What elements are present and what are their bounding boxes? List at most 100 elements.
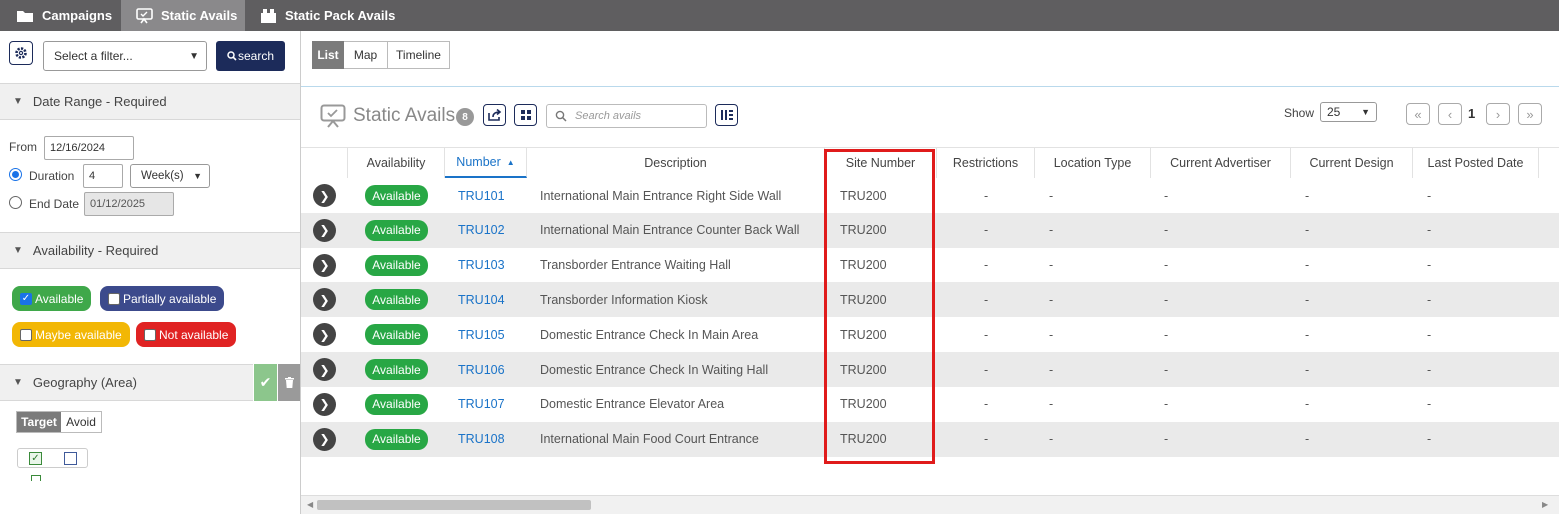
view-list-button[interactable]: List [312,41,344,69]
page-title: Static Avails [353,105,456,126]
scrollbar-thumb[interactable] [317,500,591,510]
avail-number-link[interactable]: TRU107 [458,397,505,411]
tab-static-avails[interactable]: Static Avails [121,0,245,31]
column-header-current-advertiser[interactable]: Current Advertiser [1151,148,1291,178]
page-size-select[interactable]: 25 ▼ [1320,102,1377,122]
current-advertiser-value: - [1164,432,1169,447]
column-header-current-design[interactable]: Current Design [1291,148,1413,178]
expand-row-button[interactable]: ❯ [313,218,336,242]
target-toggle[interactable]: Target [17,412,61,432]
current-advertiser-value: - [1164,397,1169,412]
avail-number-link-cell: TRU101 [458,178,538,213]
tab-campaigns[interactable]: Campaigns [0,0,121,31]
last-page-button[interactable]: » [1518,103,1542,125]
gear-icon [15,47,27,59]
column-header-expand [301,148,348,178]
view-timeline-button[interactable]: Timeline [388,41,450,69]
search-button[interactable]: search [216,41,285,71]
expand-row-button[interactable]: ❯ [313,288,336,312]
restrictions-value: - [984,362,989,377]
expand-row-button[interactable]: ❯ [313,253,336,277]
availability-maybe-chip[interactable]: Maybe available [12,322,130,347]
duration-radio[interactable] [9,168,22,181]
current-advertiser-value: - [1164,362,1169,377]
geography-deselect-checkbox[interactable] [64,451,77,465]
geography-header[interactable]: ▼ Geography (Area) [0,364,253,401]
filter-select[interactable]: Select a filter... ▼ [43,41,207,71]
end-date-input: 01/12/2025 [84,192,174,216]
chevron-right-icon: ❯ [319,292,330,307]
avail-number-link[interactable]: TRU106 [458,363,505,377]
first-page-button[interactable]: « [1406,103,1430,125]
expand-cell: ❯ [313,352,336,387]
availability-title: Availability - Required [32,243,159,258]
availability-badge-cell: Available [348,213,445,248]
end-date-radio[interactable] [9,196,22,209]
restrictions-value-cell: - [984,178,1024,213]
date-range-header[interactable]: ▼ Date Range - Required [0,83,300,120]
scroll-right-icon[interactable]: ▶ [1542,500,1548,509]
avail-number-link[interactable]: TRU104 [458,293,505,307]
availability-badge: Available [365,393,428,415]
current-advertiser-value: - [1164,258,1169,273]
location-type-value-cell: - [1049,422,1089,457]
column-header-availability[interactable]: Availability [348,148,445,178]
expand-row-button[interactable]: ❯ [313,184,336,207]
settings-button[interactable] [9,41,33,65]
sort-ascending-icon: ▲ [506,157,515,167]
chevron-right-icon: › [1495,106,1501,122]
scroll-left-icon[interactable]: ◀ [307,500,313,509]
availability-badge: Available [365,254,428,276]
current-advertiser-value: - [1164,327,1169,342]
current-advertiser-value-cell: - [1164,248,1204,283]
current-design-value: - [1305,327,1310,342]
expand-row-button[interactable]: ❯ [313,392,336,416]
availability-badge: Available [365,359,428,380]
column-header-number[interactable]: Number ▲ [445,148,527,178]
avail-number-link[interactable]: TRU101 [458,189,505,203]
prev-page-button[interactable]: ‹ [1438,103,1462,125]
duration-label: Duration [29,169,75,183]
view-map-button[interactable]: Map [344,41,388,69]
next-page-button[interactable]: › [1486,103,1510,125]
expand-row-button[interactable]: ❯ [313,427,336,451]
availability-partial-chip[interactable]: Partially available [100,286,225,311]
geography-tree-checkbox[interactable] [31,475,41,481]
geography-apply-button[interactable]: ✔ [254,364,277,401]
from-date-input[interactable]: 12/16/2024 [44,136,134,160]
search-avails-input[interactable]: Search avails [546,104,707,128]
column-header-restrictions[interactable]: Restrictions [937,148,1035,178]
avail-number-link[interactable]: TRU105 [458,328,505,342]
avail-number-link[interactable]: TRU108 [458,432,505,446]
export-button[interactable] [483,104,506,126]
avoid-toggle[interactable]: Avoid [61,412,101,432]
availability-available-chip[interactable]: ✓ Available [12,286,92,311]
geography-select-all-checkbox[interactable]: ✓ [29,451,42,465]
duration-input[interactable]: 4 [83,164,123,188]
columns-button[interactable] [715,104,738,126]
geography-delete-button[interactable] [278,364,300,401]
restrictions-value: - [984,397,989,412]
last-posted-date-value-cell: - [1427,248,1467,283]
column-header-description[interactable]: Description [527,148,825,178]
expand-row-button[interactable]: ❯ [313,323,336,347]
avail-number-link[interactable]: TRU103 [458,258,505,272]
tab-campaigns-label: Campaigns [42,8,113,23]
column-header-last-posted-date[interactable]: Last Posted Date [1413,148,1539,178]
availability-header[interactable]: ▼ Availability - Required [0,232,300,269]
availability-partial-label: Partially available [123,291,217,306]
chevron-down-icon: ▼ [189,50,199,62]
expand-row-button[interactable]: ❯ [313,358,336,381]
availability-not-chip[interactable]: Not available [136,322,237,347]
grid-view-button[interactable] [514,104,537,126]
column-header-location-type[interactable]: Location Type [1035,148,1151,178]
avail-number-link[interactable]: TRU102 [458,223,505,237]
location-type-value: - [1049,188,1054,203]
duration-unit-select[interactable]: Week(s) ▼ [130,164,210,188]
header-divider [301,86,1559,87]
collapse-triangle-icon: ▼ [13,377,23,388]
horizontal-scrollbar[interactable]: ◀ ▶ [301,495,1559,514]
location-type-value: - [1049,432,1054,447]
tab-static-pack-avails[interactable]: Static Pack Avails [245,0,405,31]
expand-cell: ❯ [313,422,336,457]
